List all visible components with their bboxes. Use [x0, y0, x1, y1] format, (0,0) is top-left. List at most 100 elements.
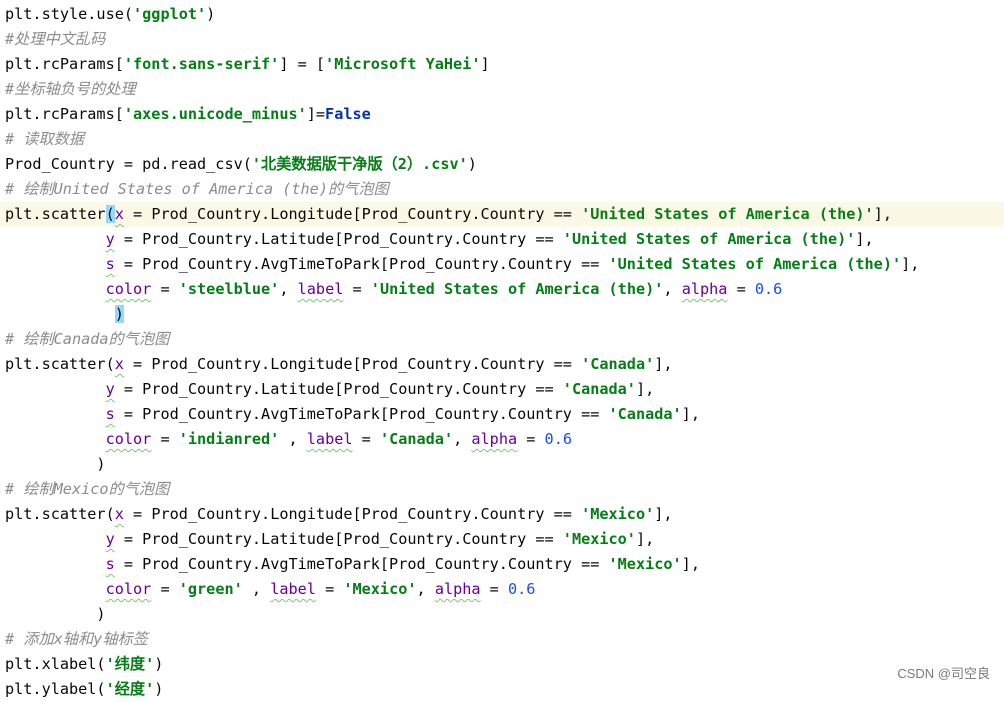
- code-line[interactable]: ): [0, 602, 1004, 627]
- code-token: x: [114, 355, 124, 373]
- code-token: 'United States of America (the)': [581, 205, 874, 223]
- code-token: y: [105, 380, 115, 398]
- code-line[interactable]: s = Prod_Country.AvgTimeToPark[Prod_Coun…: [0, 552, 1004, 577]
- code-token: # 绘制Canada的气泡图: [5, 330, 170, 348]
- code-token: = Prod_Country.Longitude[Prod_Country.Co…: [123, 505, 582, 523]
- code-line[interactable]: s = Prod_Country.AvgTimeToPark[Prod_Coun…: [0, 402, 1004, 427]
- code-line[interactable]: plt.xlabel('纬度'): [0, 652, 1004, 677]
- code-token: ,: [416, 580, 435, 598]
- code-line[interactable]: y = Prod_Country.Latitude[Prod_Country.C…: [0, 527, 1004, 552]
- code-line[interactable]: # 绘制United States of America (the)的气泡图: [0, 177, 1004, 202]
- code-line[interactable]: plt.ylabel('经度'): [0, 677, 1004, 702]
- code-token: ,: [242, 580, 271, 598]
- code-line[interactable]: # 读取数据: [0, 127, 1004, 152]
- code-token: =: [517, 430, 545, 448]
- code-token: # 读取数据: [5, 130, 85, 148]
- code-editor[interactable]: plt.style.use('ggplot') #处理中文乱码 plt.rcPara…: [0, 2, 1004, 702]
- code-line-current[interactable]: plt.scatter(x = Prod_Country.Longitude[P…: [0, 202, 1004, 227]
- code-token: ],: [681, 555, 700, 573]
- code-token: 'United States of America (the)': [370, 280, 664, 298]
- code-token: color: [105, 280, 152, 298]
- code-token: color: [105, 580, 152, 598]
- code-token: (: [105, 205, 115, 223]
- code-token: ],: [855, 230, 874, 248]
- code-token: 'Canada': [608, 405, 682, 423]
- code-token: plt.scatter: [5, 205, 106, 223]
- code-line[interactable]: color = 'green' , label = 'Mexico', alph…: [0, 577, 1004, 602]
- code-token: 'Canada': [379, 430, 454, 448]
- code-token: ): [154, 680, 164, 698]
- code-token: ],: [654, 505, 673, 523]
- code-token: s: [105, 555, 115, 573]
- code-token: = Prod_Country.Longitude[Prod_Country.Co…: [123, 205, 582, 223]
- code-token: ]: [480, 55, 490, 73]
- code-token: = Prod_Country.AvgTimeToPark[Prod_Countr…: [114, 405, 609, 423]
- code-token: 'Mexico': [343, 580, 417, 598]
- code-line[interactable]: color = 'steelblue', label = 'United Sta…: [0, 277, 1004, 302]
- code-line[interactable]: # 绘制Mexico的气泡图: [0, 477, 1004, 502]
- code-token: label: [297, 280, 344, 298]
- code-token: 'indianred': [178, 430, 280, 448]
- code-line[interactable]: #处理中文乱码: [0, 27, 1004, 52]
- code-line[interactable]: y = Prod_Country.Latitude[Prod_Country.C…: [0, 377, 1004, 402]
- code-token: '北美数据版干净版（2）.csv': [251, 155, 468, 173]
- watermark: CSDN @司空良: [897, 666, 990, 681]
- code-token: ],: [873, 205, 892, 223]
- code-line[interactable]: # 添加x轴和y轴标签: [0, 627, 1004, 652]
- code-token: x: [114, 205, 124, 223]
- code-line[interactable]: #坐标轴负号的处理: [0, 77, 1004, 102]
- code-token: Prod_Country = pd.read_csv(: [5, 155, 252, 173]
- code-token: ): [154, 655, 164, 673]
- code-line[interactable]: Prod_Country = pd.read_csv('北美数据版干净版（2）.…: [0, 152, 1004, 177]
- code-token: 0.6: [507, 580, 536, 598]
- code-line[interactable]: color = 'indianred' , label = 'Canada', …: [0, 427, 1004, 452]
- code-token: ): [114, 305, 124, 323]
- code-token: =: [151, 430, 179, 448]
- code-line[interactable]: ): [0, 302, 1004, 327]
- code-token: 'green': [178, 580, 243, 598]
- code-token: label: [306, 430, 353, 448]
- code-token: 0.6: [544, 430, 572, 448]
- code-token: False: [325, 105, 371, 123]
- code-token: y: [105, 230, 115, 248]
- code-token: #坐标轴负号的处理: [5, 80, 136, 98]
- code-token: 'Microsoft YaHei': [325, 55, 481, 73]
- code-token: 'Mexico': [608, 555, 682, 573]
- code-token: ,: [279, 280, 298, 298]
- code-token: '经度': [105, 680, 155, 698]
- code-token: # 绘制United States of America (the)的气泡图: [5, 180, 389, 198]
- code-token: ,: [663, 280, 682, 298]
- code-line[interactable]: plt.scatter(x = Prod_Country.Longitude[P…: [0, 352, 1004, 377]
- code-token: label: [270, 580, 316, 598]
- code-token: = Prod_Country.AvgTimeToPark[Prod_Countr…: [114, 555, 609, 573]
- code-token: plt.xlabel(: [5, 655, 106, 673]
- code-token: 'United States of America (the)': [608, 255, 902, 273]
- code-token: =: [343, 280, 371, 298]
- code-line[interactable]: # 绘制Canada的气泡图: [0, 327, 1004, 352]
- code-token: = Prod_Country.Latitude[Prod_Country.Cou…: [114, 230, 563, 248]
- code-token: =: [151, 280, 179, 298]
- code-token: ): [5, 605, 106, 623]
- code-line[interactable]: plt.rcParams['axes.unicode_minus']=False: [0, 102, 1004, 127]
- code-line[interactable]: plt.scatter(x = Prod_Country.Longitude[P…: [0, 502, 1004, 527]
- code-token: = Prod_Country.Longitude[Prod_Country.Co…: [123, 355, 582, 373]
- code-token: = Prod_Country.AvgTimeToPark[Prod_Countr…: [114, 255, 609, 273]
- code-line[interactable]: plt.style.use('ggplot'): [0, 2, 1004, 27]
- code-line[interactable]: y = Prod_Country.Latitude[Prod_Country.C…: [0, 227, 1004, 252]
- code-token: ): [467, 155, 477, 173]
- code-line[interactable]: s = Prod_Country.AvgTimeToPark[Prod_Coun…: [0, 252, 1004, 277]
- code-lines[interactable]: plt.style.use('ggplot') #处理中文乱码 plt.rcPara…: [0, 2, 1004, 702]
- code-token: = Prod_Country.Latitude[Prod_Country.Cou…: [114, 530, 563, 548]
- code-line[interactable]: plt.rcParams['font.sans-serif'] = ['Micr…: [0, 52, 1004, 77]
- code-line[interactable]: ): [0, 452, 1004, 477]
- code-token: =: [315, 580, 344, 598]
- code-token: alpha: [471, 430, 518, 448]
- code-token: =: [352, 430, 380, 448]
- code-token: alpha: [434, 580, 481, 598]
